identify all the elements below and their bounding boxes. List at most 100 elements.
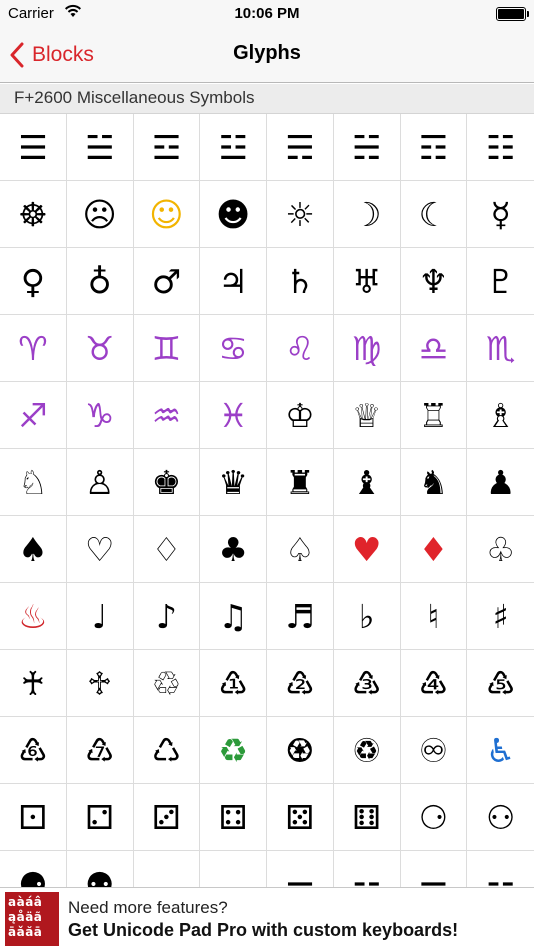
glyph-cell[interactable]: ♚: [133, 449, 201, 516]
glyph-cell[interactable]: ♺: [133, 717, 201, 784]
glyph-cell[interactable]: ⚃: [200, 784, 267, 851]
glyph-cell[interactable]: ♿: [467, 717, 534, 784]
glyph-cell[interactable]: ♸: [0, 717, 67, 784]
glyph-cell[interactable]: ♕: [333, 382, 401, 449]
ad-banner[interactable]: aàáâ ąåäã āǎăā Need more features? Get U…: [0, 887, 534, 950]
glyph-cell[interactable]: ♞: [400, 449, 468, 516]
glyph-cell[interactable]: ♌: [267, 315, 334, 382]
glyph-cell[interactable]: ♠: [0, 516, 67, 583]
glyph-cell[interactable]: ♆: [400, 248, 468, 315]
glyph-cell[interactable]: ♼: [267, 717, 334, 784]
glyph-cell[interactable]: ♾: [400, 717, 468, 784]
glyph-cell[interactable]: ☴: [267, 114, 334, 181]
glyph-cell[interactable]: ☻: [200, 181, 267, 248]
glyph-cell[interactable]: ☿: [467, 181, 534, 248]
glyph-cell[interactable]: ♗: [467, 382, 534, 449]
glyph-cell[interactable]: ♵: [333, 650, 401, 717]
glyph-cell[interactable]: ⚊: [134, 851, 201, 887]
glyph-cell[interactable]: ♹: [66, 717, 134, 784]
glyph-cell[interactable]: ♝: [333, 449, 401, 516]
glyph-cell[interactable]: ♭: [333, 583, 401, 650]
glyph-cell[interactable]: ☽: [333, 181, 401, 248]
glyph-cell[interactable]: ♓: [200, 382, 267, 449]
glyph-cell[interactable]: ♎: [400, 315, 468, 382]
glyph-cell[interactable]: ⚆: [400, 784, 468, 851]
glyph-cell[interactable]: ♣: [200, 516, 267, 583]
glyph-cell[interactable]: ♷: [467, 650, 534, 717]
glyph-cell[interactable]: ♑: [66, 382, 134, 449]
glyph-cell[interactable]: ♏: [467, 315, 534, 382]
glyph-cell[interactable]: ♉: [66, 315, 134, 382]
glyph-cell[interactable]: ♔: [267, 382, 334, 449]
glyph-cell[interactable]: ⚄: [267, 784, 334, 851]
glyph-cell[interactable]: ⚎: [401, 851, 468, 887]
glyph-cell[interactable]: ⚂: [133, 784, 201, 851]
glyph-cell[interactable]: ☺: [133, 181, 201, 248]
glyph-cell[interactable]: ♃: [200, 248, 267, 315]
glyph-cell[interactable]: ♫: [200, 583, 267, 650]
glyph-cell[interactable]: ☱: [66, 114, 134, 181]
glyph-cell[interactable]: ☹: [66, 181, 134, 248]
glyph-cell[interactable]: ☲: [133, 114, 201, 181]
glyph-cell[interactable]: ♜: [267, 449, 334, 516]
glyph-cell[interactable]: ☼: [267, 181, 334, 248]
glyph-cell[interactable]: ♢: [133, 516, 201, 583]
glyph-cell[interactable]: ♴: [267, 650, 334, 717]
glyph-cell[interactable]: ♶: [400, 650, 468, 717]
glyph-cell[interactable]: ♰: [0, 650, 67, 717]
unicode-pad-logo: aàáâ ąåäã āǎăā: [5, 892, 59, 946]
glyph-cell[interactable]: ♻: [200, 717, 267, 784]
glyph-cell[interactable]: ☵: [333, 114, 401, 181]
glyph-cell[interactable]: ☳: [200, 114, 267, 181]
glyph-cell[interactable]: ⚇: [467, 784, 534, 851]
glyph-cell[interactable]: ♧: [467, 516, 534, 583]
glyph-cell[interactable]: ⚁: [66, 784, 134, 851]
glyph-cell[interactable]: ♟: [467, 449, 534, 516]
glyph-cell[interactable]: ☾: [400, 181, 468, 248]
glyph-cell[interactable]: ♨: [0, 583, 67, 650]
glyph-cell[interactable]: ♄: [267, 248, 334, 315]
glyph-cell[interactable]: ♮: [400, 583, 468, 650]
glyph-cell[interactable]: ☰: [0, 114, 67, 181]
glyph-cell[interactable]: ☸: [0, 181, 67, 248]
glyph-cell[interactable]: ♐: [0, 382, 67, 449]
glyph-cell[interactable]: ⚏: [467, 851, 534, 888]
glyph-cell[interactable]: ♂: [133, 248, 201, 315]
glyph-cell[interactable]: ♙: [66, 449, 134, 516]
glyph-cell[interactable]: ♖: [400, 382, 468, 449]
glyph-cell[interactable]: ♦: [400, 516, 468, 583]
glyph-cell[interactable]: ♤: [267, 516, 334, 583]
glyph-cell[interactable]: ♁: [66, 248, 134, 315]
glyph-cell[interactable]: ♀: [0, 248, 67, 315]
glyph-cell[interactable]: ⚍: [334, 851, 401, 887]
glyph-cell[interactable]: ♋: [200, 315, 267, 382]
glyph-cell[interactable]: ♩: [66, 583, 134, 650]
ad-call-to-action: Get Unicode Pad Pro with custom keyboard…: [68, 920, 459, 940]
glyph-cell[interactable]: ⚈: [0, 851, 67, 887]
glyph-cell[interactable]: ♈: [0, 315, 67, 382]
glyph-cell[interactable]: ♲: [133, 650, 201, 717]
glyph-cell[interactable]: ⚀: [0, 784, 67, 851]
glyph-cell[interactable]: ♒: [133, 382, 201, 449]
glyph-cell[interactable]: ⚌: [267, 851, 334, 887]
glyph-cell[interactable]: ⚉: [67, 851, 134, 887]
glyph-cell[interactable]: ♳: [200, 650, 267, 717]
block-title: F+2600 Miscellaneous Symbols: [14, 88, 255, 107]
glyph-cell[interactable]: ♊: [133, 315, 201, 382]
glyph-cell[interactable]: ♛: [200, 449, 267, 516]
glyph-cell[interactable]: ♇: [467, 248, 534, 315]
glyph-cell[interactable]: ⚅: [333, 784, 401, 851]
glyph-cell[interactable]: ☶: [400, 114, 468, 181]
glyph-cell[interactable]: ♪: [133, 583, 201, 650]
glyph-cell[interactable]: ♡: [66, 516, 134, 583]
glyph-cell[interactable]: ♘: [0, 449, 67, 516]
glyph-cell[interactable]: ♱: [66, 650, 134, 717]
glyph-cell[interactable]: ⚋: [200, 851, 267, 887]
glyph-cell[interactable]: ♯: [467, 583, 534, 650]
glyph-cell[interactable]: ♥: [333, 516, 401, 583]
glyph-cell[interactable]: ♍: [333, 315, 401, 382]
glyph-cell[interactable]: ♬: [267, 583, 334, 650]
glyph-cell[interactable]: ♽: [333, 717, 401, 784]
glyph-cell[interactable]: ♅: [333, 248, 401, 315]
glyph-cell[interactable]: ☷: [467, 114, 534, 181]
